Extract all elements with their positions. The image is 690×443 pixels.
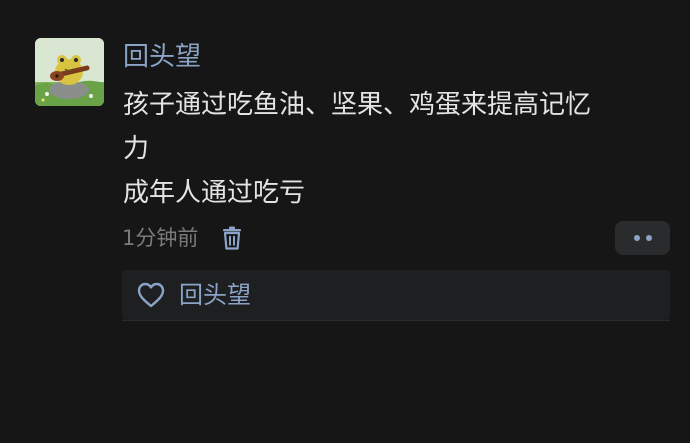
- liker-name[interactable]: 回头望: [179, 279, 251, 311]
- post-timestamp: 1分钟前: [122, 226, 199, 250]
- trash-icon: [223, 226, 242, 250]
- frog-with-guitar-avatar-icon: [35, 38, 104, 106]
- delete-button[interactable]: [220, 225, 244, 251]
- moment-post: 回头望 孩子通过吃鱼油、坚果、鸡蛋来提高记忆 力 成年人通过吃亏 1分钟前 回头…: [0, 0, 690, 443]
- heart-icon: [137, 282, 165, 308]
- likes-panel: 回头望: [122, 270, 670, 320]
- post-content: 孩子通过吃鱼油、坚果、鸡蛋来提高记忆 力 成年人通过吃亏: [123, 83, 663, 215]
- author-name[interactable]: 回头望: [123, 40, 201, 74]
- post-meta: 1分钟前: [122, 222, 244, 254]
- avatar[interactable]: [35, 38, 104, 106]
- likes-divider: [122, 320, 670, 321]
- post-content-line-1: 孩子通过吃鱼油、坚果、鸡蛋来提高记忆: [123, 90, 592, 120]
- post-content-line-3: 成年人通过吃亏: [123, 178, 306, 208]
- more-dots-icon: [633, 235, 652, 241]
- more-actions-button[interactable]: [615, 221, 670, 255]
- post-content-line-2: 力: [123, 134, 150, 164]
